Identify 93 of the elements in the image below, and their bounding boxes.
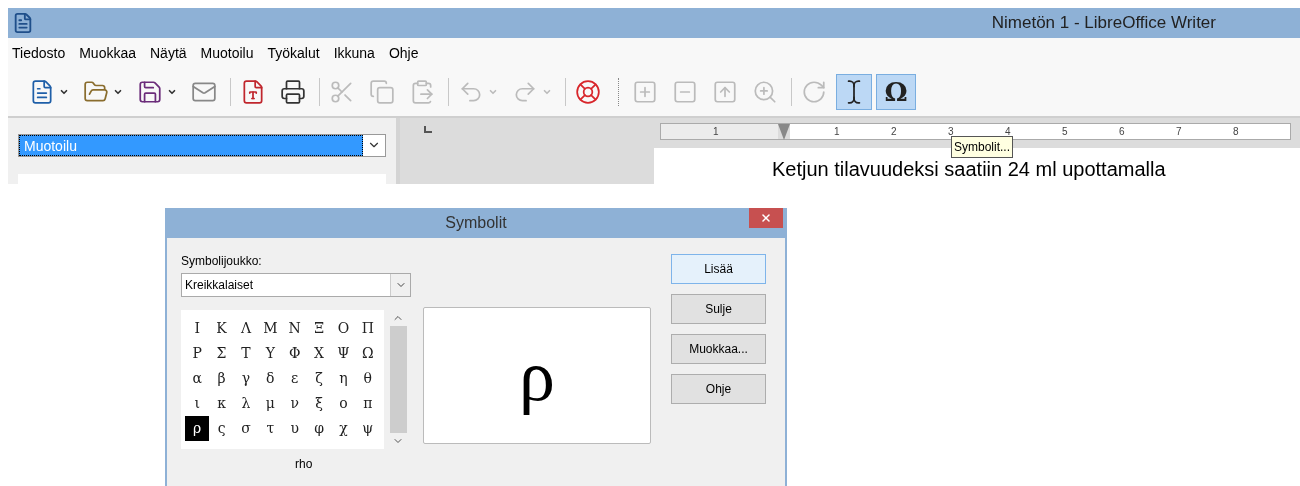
symbol-cell[interactable]: ο <box>331 391 356 416</box>
symbol-cell[interactable]: ν <box>282 391 307 416</box>
caret-icon <box>113 87 123 97</box>
symbol-cell[interactable]: η <box>331 366 356 391</box>
document-text: Ketjun tilavuudeksi saatiin 24 ml upottamalla <box>772 158 1166 180</box>
symbol-cell[interactable]: ι <box>185 391 210 416</box>
ruler-number: 1 <box>713 125 719 139</box>
symbol-cell[interactable]: ψ <box>355 416 380 441</box>
menu-item[interactable]: Muokkaa <box>79 42 136 64</box>
symbol-cell[interactable]: Κ <box>209 316 234 341</box>
menu-item[interactable]: Näytä <box>150 42 187 64</box>
dialog-button[interactable]: Lisää <box>671 254 766 284</box>
symbol-cell[interactable]: ρ <box>185 416 210 441</box>
symbol-cell[interactable]: Ψ <box>331 341 356 366</box>
symbol-cell[interactable]: Χ <box>306 341 332 366</box>
plus-icon <box>632 79 658 105</box>
set-dropdown[interactable]: Kreikkalaiset <box>181 273 411 297</box>
paste-icon <box>409 79 435 105</box>
symbol-cell[interactable]: Τ <box>233 341 259 366</box>
menu-item[interactable]: Ikkuna <box>333 42 375 64</box>
arrow-up-icon <box>712 79 738 105</box>
symbol-cell[interactable]: Ι <box>185 316 210 341</box>
symbol-cell[interactable]: ς <box>209 416 234 441</box>
symbol-cell[interactable]: Ρ <box>185 341 210 366</box>
symbol-cell[interactable]: υ <box>282 416 307 441</box>
symbol-cell[interactable]: π <box>355 391 380 416</box>
caret-icon <box>542 87 552 97</box>
symbol-cell[interactable]: Π <box>355 316 380 341</box>
copy-icon <box>369 79 395 105</box>
ruler-number: 3 <box>948 125 955 139</box>
ruler-number: 8 <box>1233 125 1240 139</box>
symbol-preview: ρ <box>423 307 651 444</box>
caret-icon <box>167 87 177 97</box>
menu-item[interactable]: Työkalut <box>267 42 320 64</box>
dialog-button[interactable]: Muokkaa... <box>671 334 766 364</box>
zoom-icon <box>752 79 778 105</box>
symbol-cell[interactable]: Ο <box>331 316 356 341</box>
symbol-cell[interactable]: α <box>185 366 210 391</box>
menu-item[interactable]: Tiedosto <box>12 42 66 64</box>
symbol-cell[interactable]: ε <box>282 366 307 391</box>
symbol-name: rho <box>295 456 314 473</box>
symbol-cell[interactable]: φ <box>306 416 332 441</box>
dialog-button[interactable]: Ohje <box>671 374 766 404</box>
symbol-cell[interactable]: Λ <box>233 316 259 341</box>
symbol-cell[interactable]: Ω <box>355 341 380 366</box>
set-label: Symbolijoukko: <box>181 253 263 270</box>
pdf-icon <box>240 79 266 105</box>
envelope-icon <box>191 79 217 105</box>
menu-item[interactable]: Ohje <box>388 42 419 64</box>
symbol-cell[interactable]: Υ <box>258 341 283 366</box>
ruler-number: 7 <box>1176 125 1183 139</box>
symbol-cell[interactable]: Μ <box>258 316 283 341</box>
ruler-number: 6 <box>1119 125 1126 139</box>
symbol-cell[interactable]: ζ <box>306 366 332 391</box>
symbol-cell[interactable]: δ <box>258 366 283 391</box>
symbol-cell[interactable]: γ <box>233 366 259 391</box>
writer-icon <box>12 12 34 34</box>
close-button[interactable] <box>749 208 783 228</box>
text-cursor-button[interactable] <box>836 74 872 110</box>
dialog-title: Symbolit <box>445 213 507 233</box>
symbol-cell[interactable]: χ <box>331 416 356 441</box>
symbol-cell[interactable]: β <box>209 366 234 391</box>
symbol-cell[interactable]: λ <box>233 391 259 416</box>
symbol-cell[interactable]: Σ <box>209 341 234 366</box>
symbol-cell[interactable]: Ν <box>282 316 307 341</box>
symbol-cell[interactable]: Ξ <box>306 316 332 341</box>
save-icon <box>137 79 163 105</box>
symbol-cell[interactable]: τ <box>258 416 283 441</box>
refresh-icon <box>801 79 827 105</box>
ruler-number: 5 <box>1062 125 1069 139</box>
window-title: Nimetön 1 - LibreOffice Writer <box>991 12 1216 35</box>
document-icon <box>29 79 55 105</box>
symbol-button[interactable]: Ω <box>876 74 916 110</box>
caret-icon <box>59 87 69 97</box>
folder-icon <box>83 79 109 105</box>
ruler-number: 4 <box>1005 125 1012 139</box>
caret-icon <box>488 87 498 97</box>
symbol-cell[interactable]: θ <box>355 366 380 391</box>
ruler-number: 2 <box>891 125 898 139</box>
close-icon <box>760 212 772 224</box>
symbol-cell[interactable]: κ <box>209 391 234 416</box>
printer-icon <box>280 79 306 105</box>
symbol-cell[interactable]: Φ <box>282 341 307 366</box>
symbol-cell[interactable]: σ <box>233 416 259 441</box>
tooltip: Symbolit... <box>951 136 1013 158</box>
minus-icon <box>672 79 698 105</box>
symbol-cell[interactable]: ξ <box>306 391 332 416</box>
lifebuoy-icon <box>575 79 601 105</box>
tab-stop-icon[interactable] <box>424 126 432 133</box>
ruler-number: 1 <box>834 125 841 139</box>
menu-item[interactable]: Muotoilu <box>200 42 254 64</box>
symbol-cell[interactable]: μ <box>258 391 283 416</box>
dialog-button[interactable]: Sulje <box>671 294 766 324</box>
